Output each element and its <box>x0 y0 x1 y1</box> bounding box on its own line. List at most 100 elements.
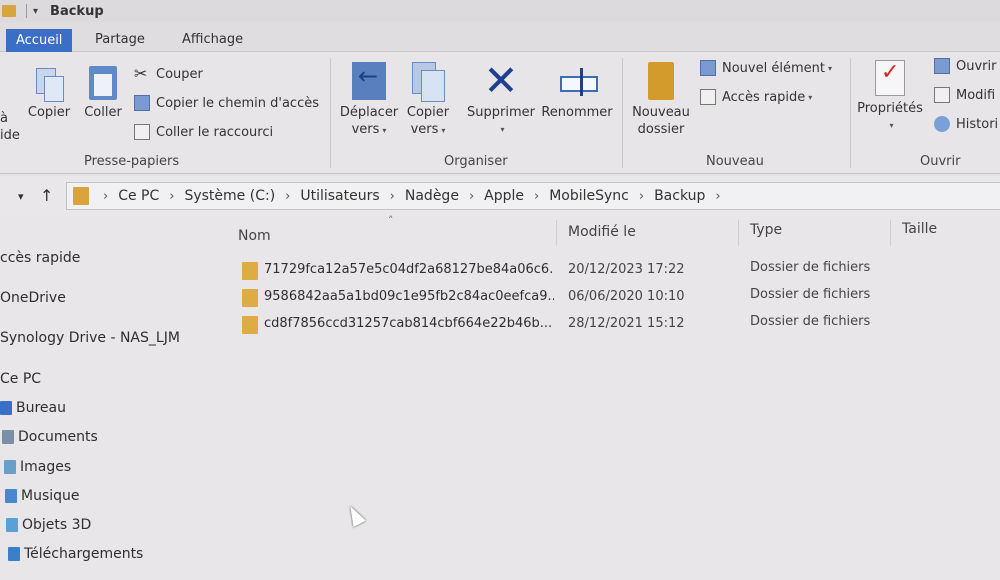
open-button[interactable]: Ouvrir <box>934 58 996 74</box>
chevron-right-icon[interactable]: › <box>285 189 290 204</box>
breadcrumb-item[interactable]: MobileSync <box>549 188 629 204</box>
address-bar: ▾ ↑ › Ce PC › Système (C:) › Utilisateur… <box>0 176 1000 216</box>
nav-item-label: Synology Drive - NAS_LJM <box>0 330 180 346</box>
file-modified: 28/12/2021 15:12 <box>568 316 685 331</box>
copy-icon <box>36 68 64 102</box>
chevron-right-icon[interactable]: › <box>169 189 174 204</box>
column-header-name[interactable]: Nom <box>238 228 271 244</box>
column-divider[interactable] <box>556 220 557 246</box>
quick-access-separator <box>26 4 27 18</box>
new-folder-button[interactable]: Nouveau dossier <box>630 62 692 138</box>
move-to-label-2: vers <box>351 122 380 137</box>
tab-partage[interactable]: Partage <box>95 27 145 52</box>
nav-item-onedrive[interactable]: OneDrive <box>0 290 66 306</box>
quick-access-icon <box>700 89 716 105</box>
copy-path-label: Copier le chemin d'accès <box>156 95 320 111</box>
properties-label: Propriétés <box>857 101 923 116</box>
folder-icon <box>2 5 16 17</box>
edit-button[interactable]: Modifi <box>934 87 995 103</box>
paste-shortcut-icon <box>134 124 150 140</box>
quick-access-button[interactable]: Accès rapide ▾ <box>700 89 812 105</box>
tab-accueil[interactable]: Accueil <box>6 29 73 53</box>
pin-label-2: ide <box>0 128 20 143</box>
new-item-button[interactable]: Nouvel élément ▾ <box>700 60 832 76</box>
copy-to-button[interactable]: Copier vers ▾ <box>402 62 454 139</box>
file-name: 71729fca12a57e5c04df2a68127be84a06c6... <box>264 262 554 277</box>
column-divider[interactable] <box>738 220 739 246</box>
images-icon <box>4 460 16 474</box>
copy-path-button[interactable]: Copier le chemin d'accès <box>134 95 319 111</box>
new-folder-icon <box>648 62 674 100</box>
folder-icon <box>242 316 258 334</box>
edit-icon <box>934 87 950 103</box>
nav-item-synology-drive[interactable]: Synology Drive - NAS_LJM <box>0 330 180 346</box>
properties-icon <box>875 60 905 96</box>
breadcrumb-item[interactable]: Ce PC <box>118 188 159 204</box>
chevron-right-icon[interactable]: › <box>534 189 539 204</box>
copy-button[interactable]: Copier <box>24 68 74 121</box>
group-separator <box>622 58 623 168</box>
paste-shortcut-label: Coller le raccourci <box>156 124 274 140</box>
breadcrumb-item[interactable]: Utilisateurs <box>300 188 379 204</box>
nav-item-this-pc[interactable]: Ce PC <box>0 371 41 387</box>
column-header-size[interactable]: Taille <box>902 221 937 237</box>
folder-icon <box>242 262 258 280</box>
breadcrumb-item[interactable]: Apple <box>484 188 524 204</box>
chevron-right-icon[interactable]: › <box>639 189 644 204</box>
desktop-icon <box>0 401 12 415</box>
chevron-down-icon: ▾ <box>827 63 832 73</box>
breadcrumb-item[interactable]: Système (C:) <box>184 188 275 204</box>
file-row[interactable]: 71729fca12a57e5c04df2a68127be84a06c6... … <box>238 258 998 284</box>
chevron-right-icon[interactable]: › <box>390 189 395 204</box>
nav-item-bureau[interactable]: Bureau <box>0 400 66 416</box>
nav-item-images[interactable]: Images <box>4 459 71 475</box>
downloads-icon <box>8 547 20 561</box>
nav-item-musique[interactable]: Musique <box>5 488 80 504</box>
move-to-button[interactable]: Déplacer vers▾ <box>338 62 400 139</box>
pin-label-1: à <box>0 111 8 126</box>
chevron-right-icon[interactable]: › <box>469 189 474 204</box>
paste-shortcut-button[interactable]: Coller le raccourci <box>134 124 273 140</box>
file-row[interactable]: cd8f7856ccd31257cab814cbf664e22b46b... 2… <box>238 312 998 338</box>
column-divider[interactable] <box>890 220 891 246</box>
tab-affichage[interactable]: Affichage <box>182 27 243 52</box>
nav-item-documents[interactable]: Documents <box>2 429 98 445</box>
recent-locations-icon[interactable]: ▾ <box>18 190 24 203</box>
quick-access-dropdown-icon[interactable]: ▾ <box>33 6 38 17</box>
up-arrow-icon[interactable]: ↑ <box>40 186 53 205</box>
scissors-icon: ✂ <box>134 64 148 83</box>
history-button[interactable]: Histori <box>934 116 998 132</box>
copy-label: Copier <box>27 105 71 120</box>
copy-to-label-2: vers <box>410 122 439 137</box>
rename-icon <box>558 62 598 100</box>
window-title: Backup <box>50 3 104 19</box>
breadcrumb-item[interactable]: Backup <box>654 188 705 204</box>
file-row[interactable]: 9586842aa5a1bd09c1e95fb2c84ac0eefca9... … <box>238 285 998 311</box>
documents-icon <box>2 430 14 444</box>
nav-item-label: Documents <box>18 429 98 445</box>
chevron-right-icon[interactable]: › <box>715 189 720 204</box>
breadcrumb[interactable]: › Ce PC › Système (C:) › Utilisateurs › … <box>66 182 1000 210</box>
navigation-pane: ccès rapide OneDrive Synology Drive - NA… <box>0 216 230 580</box>
column-header-modified[interactable]: Modifié le <box>568 224 636 240</box>
new-item-label: Nouvel élément <box>722 60 825 76</box>
chevron-right-icon[interactable]: › <box>103 189 108 204</box>
file-type: Dossier de fichiers <box>750 314 871 329</box>
chevron-down-icon: ▾ <box>500 125 505 134</box>
nav-item-objets-3d[interactable]: Objets 3D <box>6 517 91 533</box>
nav-item-telechargements[interactable]: Téléchargements <box>8 546 143 562</box>
paste-button[interactable]: Coller <box>80 66 126 121</box>
delete-label: Supprimer <box>467 105 535 120</box>
properties-button[interactable]: Propriétés ▾ <box>854 60 926 134</box>
nav-item-quick-access[interactable]: ccès rapide <box>0 250 80 266</box>
open-icon <box>934 58 950 74</box>
new-folder-label-2: dossier <box>637 122 685 137</box>
cut-button[interactable]: ✂ Couper <box>134 66 203 82</box>
pin-quick-access-button[interactable]: à ide <box>0 110 22 144</box>
delete-button[interactable]: ✕ Supprimer ▾ <box>464 60 538 138</box>
objects3d-icon <box>6 518 18 532</box>
move-to-label-1: Déplacer <box>339 105 399 120</box>
breadcrumb-item[interactable]: Nadège <box>405 188 459 204</box>
column-header-type[interactable]: Type <box>750 222 782 238</box>
rename-button[interactable]: Renommer <box>540 62 614 121</box>
